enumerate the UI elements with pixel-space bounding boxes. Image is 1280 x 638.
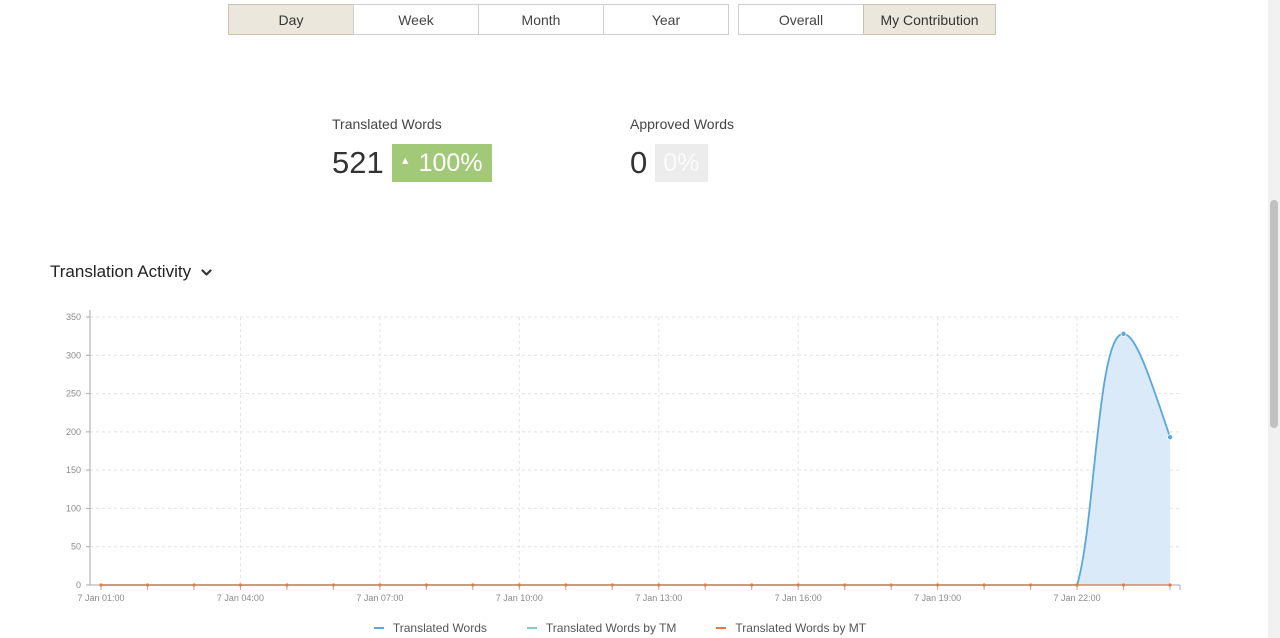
- y-tick-label: 300: [66, 350, 81, 360]
- x-tick-label: 7 Jan 01:00: [77, 593, 124, 603]
- x-tick-label: 7 Jan 16:00: [775, 593, 822, 603]
- period-year-button[interactable]: Year: [603, 4, 729, 35]
- data-point-mt: [145, 583, 150, 587]
- approved-words-label: Approved Words: [630, 116, 735, 132]
- y-tick-label: 100: [66, 503, 81, 513]
- data-point-mt: [610, 583, 614, 587]
- legend-label: Translated Words by TM: [545, 621, 677, 635]
- vertical-scrollbar[interactable]: [1268, 0, 1280, 638]
- data-point-mt: [424, 583, 428, 587]
- legend-swatch: [373, 627, 384, 629]
- x-tick-label: 7 Jan 13:00: [635, 593, 682, 603]
- data-point-mt: [889, 583, 893, 587]
- data-point-mt: [796, 583, 800, 587]
- scope-overall-button[interactable]: Overall: [738, 4, 864, 35]
- scrollbar-thumb[interactable]: [1270, 200, 1278, 428]
- translated-change-badge: ▲ 100%: [391, 144, 492, 182]
- legend-item[interactable]: Translated Words: [373, 621, 487, 635]
- y-tick-label: 250: [66, 389, 81, 399]
- data-point-mt: [1029, 583, 1033, 587]
- data-point-mt: [982, 583, 986, 587]
- translated-words-value: 521: [332, 145, 384, 180]
- translated-words-stat: Translated Words 521 ▲ 100%: [332, 116, 492, 182]
- data-point-mt: [936, 583, 940, 587]
- data-point-mt: [192, 583, 196, 587]
- data-point-mt: [517, 583, 521, 587]
- data-point-translated: [1167, 434, 1174, 441]
- x-tick-label: 7 Jan 04:00: [217, 593, 264, 603]
- y-tick-label: 150: [66, 465, 81, 475]
- data-point-mt: [1075, 583, 1079, 587]
- translation-activity-toggle[interactable]: Translation Activity: [50, 262, 212, 282]
- scope-my-contribution-button[interactable]: My Contribution: [863, 4, 996, 35]
- y-tick-label: 350: [66, 312, 81, 322]
- approved-change-badge: 0%: [655, 144, 709, 182]
- legend-swatch: [716, 627, 727, 629]
- x-tick-label: 7 Jan 19:00: [914, 593, 961, 603]
- x-tick-label: 7 Jan 22:00: [1054, 593, 1101, 603]
- legend-label: Translated Words by MT: [735, 621, 867, 635]
- chart-legend: Translated Words Translated Words by TM …: [0, 621, 1240, 635]
- data-point-mt: [238, 583, 243, 587]
- x-tick-label: 7 Jan 07:00: [356, 593, 403, 603]
- legend-item[interactable]: Translated Words by TM: [526, 621, 677, 635]
- translated-change-value: 100%: [418, 148, 483, 177]
- legend-label: Translated Words: [392, 621, 487, 635]
- data-point-mt: [99, 583, 103, 587]
- data-point-mt: [285, 583, 289, 587]
- data-point-mt: [1168, 583, 1172, 587]
- legend-item[interactable]: Translated Words by MT: [716, 621, 866, 635]
- translated-words-label: Translated Words: [332, 116, 442, 132]
- data-point-mt: [1121, 583, 1126, 587]
- data-point-mt: [331, 583, 335, 587]
- period-day-button[interactable]: Day: [228, 4, 354, 35]
- data-point-mt: [471, 583, 475, 587]
- section-title: Translation Activity: [50, 262, 192, 281]
- y-tick-label: 0: [76, 580, 81, 590]
- data-point-mt: [843, 583, 847, 587]
- x-tick-label: 7 Jan 10:00: [496, 593, 543, 603]
- chevron-down-icon: [201, 268, 212, 276]
- data-point-mt: [750, 583, 754, 587]
- data-point-mt: [703, 583, 707, 587]
- approved-change-value: 0%: [663, 148, 700, 177]
- triangle-up-icon: ▲: [399, 155, 411, 167]
- period-week-button[interactable]: Week: [353, 4, 479, 35]
- area-translated-words: [1077, 333, 1171, 585]
- translation-activity-chart: 0 50 100 150 200 250 300 350 7 Jan 01:00 7 Jan 04…: [66, 310, 1181, 603]
- approved-words-stat: Approved Words 0 0%: [630, 116, 734, 182]
- data-point-translated: [1120, 330, 1127, 337]
- data-point-mt: [564, 583, 568, 587]
- y-tick-label: 200: [66, 427, 81, 437]
- legend-swatch: [526, 627, 537, 629]
- period-month-button[interactable]: Month: [478, 4, 604, 35]
- approved-words-value: 0: [630, 145, 648, 180]
- y-tick-label: 50: [71, 542, 81, 552]
- data-point-mt: [378, 583, 382, 587]
- scope-toggle: Overall My Contribution: [738, 4, 996, 35]
- data-point-mt: [657, 583, 661, 587]
- period-toggle: Day Week Month Year: [228, 4, 729, 35]
